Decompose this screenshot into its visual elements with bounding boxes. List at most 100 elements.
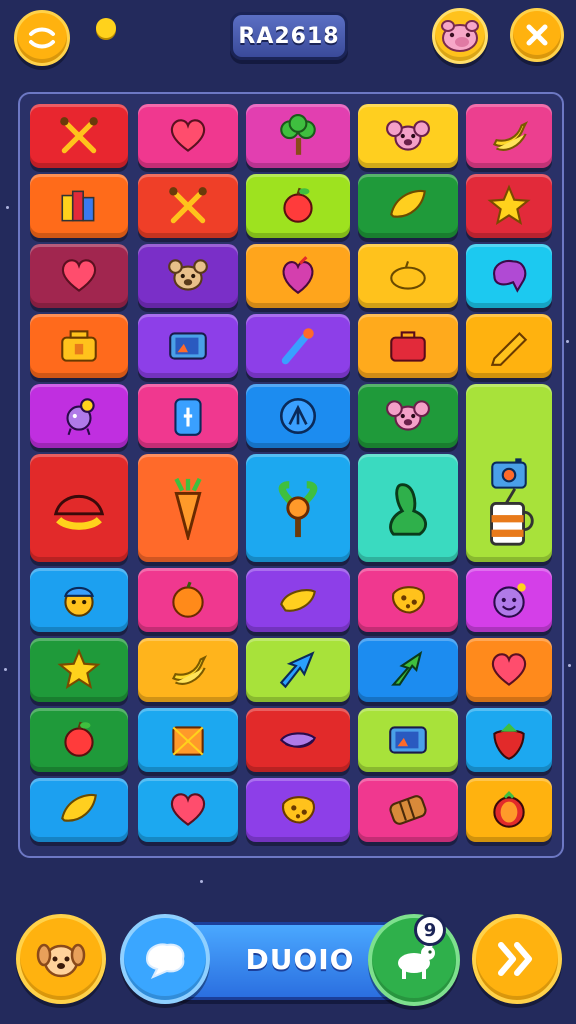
tile-strawberry[interactable] xyxy=(466,708,552,772)
tile-brush[interactable] xyxy=(246,314,350,378)
radio-icon xyxy=(61,330,97,362)
next-button[interactable] xyxy=(472,914,562,1004)
tile-tablet[interactable] xyxy=(358,708,458,772)
leaf-icon xyxy=(390,189,426,218)
heart-icon xyxy=(61,259,97,292)
tile-box[interactable] xyxy=(138,708,238,772)
tile-leaf[interactable] xyxy=(358,174,458,238)
heart-icon xyxy=(170,793,206,826)
heart-fruit-icon xyxy=(282,256,314,295)
tile-suitcase[interactable] xyxy=(358,314,458,378)
pencil-icon xyxy=(490,331,528,366)
tile-apple[interactable] xyxy=(30,708,128,772)
dog-icon xyxy=(36,943,86,978)
tile-crossed-tools[interactable] xyxy=(30,104,128,168)
strawberry-icon xyxy=(493,723,525,760)
squid-icon xyxy=(389,483,427,536)
koala-icon xyxy=(386,120,430,151)
pig-face-icon xyxy=(441,20,479,52)
tile-tablet[interactable] xyxy=(138,314,238,378)
star-icon xyxy=(487,184,531,225)
tile-koala[interactable] xyxy=(358,104,458,168)
chat-bubble-icon xyxy=(145,943,185,979)
critter-icon xyxy=(66,398,95,436)
tile-lemon[interactable] xyxy=(358,244,458,308)
tile-banana[interactable] xyxy=(466,104,552,168)
pet-button[interactable] xyxy=(16,914,106,1004)
eggplant-icon xyxy=(279,732,316,748)
sky-star xyxy=(200,880,203,883)
sky-star xyxy=(566,340,569,343)
banana-icon xyxy=(171,655,208,685)
title-plate: RA2618 xyxy=(230,12,348,60)
tablet-icon xyxy=(389,726,427,754)
tile-cookie[interactable] xyxy=(358,568,458,632)
tile-heart[interactable] xyxy=(138,778,238,842)
tile-cookie[interactable] xyxy=(246,778,350,842)
tile-koala[interactable] xyxy=(358,384,458,448)
tile-crossed-tools[interactable] xyxy=(138,174,238,238)
tile-cup[interactable] xyxy=(466,474,552,562)
tile-watermelon[interactable] xyxy=(30,454,128,562)
tile-smiley[interactable] xyxy=(466,568,552,632)
tile-heart[interactable] xyxy=(466,638,552,702)
tile-orange-tree[interactable] xyxy=(246,454,350,562)
tile-apple[interactable] xyxy=(246,174,350,238)
koala-icon xyxy=(386,400,430,431)
tile-carrot[interactable] xyxy=(138,454,238,562)
tile-heart[interactable] xyxy=(30,244,128,308)
phone-icon xyxy=(174,398,202,436)
tile-palm-leaf[interactable] xyxy=(358,638,458,702)
action-label: DUOIO xyxy=(245,943,355,976)
close-button[interactable] xyxy=(510,8,564,62)
cookie-icon xyxy=(282,796,315,824)
count-badge: 9 xyxy=(414,914,446,946)
tile-orange[interactable] xyxy=(138,568,238,632)
star-icon xyxy=(57,648,101,689)
watermelon-icon xyxy=(53,494,105,530)
tile-eggplant[interactable] xyxy=(246,708,350,772)
tile-roll[interactable] xyxy=(358,778,458,842)
crossed-tools-icon xyxy=(169,187,207,224)
apple-icon xyxy=(64,721,94,757)
orange-icon xyxy=(172,581,204,618)
palm-leaf-icon xyxy=(391,650,423,686)
tile-heart[interactable] xyxy=(138,104,238,168)
sky-star xyxy=(568,664,571,667)
apple-icon xyxy=(283,187,313,223)
heart-icon xyxy=(170,119,206,152)
tile-face[interactable] xyxy=(30,568,128,632)
crossed-tools-icon xyxy=(60,117,98,154)
tile-star[interactable] xyxy=(30,638,128,702)
smiley-icon xyxy=(493,583,526,618)
tile-tree[interactable] xyxy=(246,104,350,168)
face-icon xyxy=(64,586,94,617)
swap-arrows-icon xyxy=(29,27,55,49)
chat-button[interactable] xyxy=(120,914,210,1004)
tablet-icon xyxy=(169,332,207,360)
tile-squid[interactable] xyxy=(358,454,458,562)
game-title: RA2618 xyxy=(238,23,340,49)
cookie-icon xyxy=(392,586,425,614)
tile-blocks[interactable] xyxy=(30,174,128,238)
tile-critter[interactable] xyxy=(30,384,128,448)
menu-button[interactable] xyxy=(14,10,70,66)
tile-star[interactable] xyxy=(466,174,552,238)
tile-leaf[interactable] xyxy=(30,778,128,842)
tile-compass[interactable] xyxy=(246,384,350,448)
tile-tomato[interactable] xyxy=(466,778,552,842)
tile-radio[interactable] xyxy=(30,314,128,378)
tile-blob[interactable] xyxy=(466,244,552,308)
tile-arrow-leaf[interactable] xyxy=(246,638,350,702)
tile-banana[interactable] xyxy=(138,638,238,702)
tile-pencil[interactable] xyxy=(466,314,552,378)
bear-icon xyxy=(168,259,208,291)
arrow-leaf-icon xyxy=(279,651,315,689)
tile-heart-fruit[interactable] xyxy=(246,244,350,308)
avatar-button[interactable] xyxy=(432,8,488,64)
tile-phone[interactable] xyxy=(138,384,238,448)
tile-mango[interactable] xyxy=(246,568,350,632)
cup-icon xyxy=(490,488,534,546)
tile-bear[interactable] xyxy=(138,244,238,308)
suitcase-icon xyxy=(390,331,426,362)
